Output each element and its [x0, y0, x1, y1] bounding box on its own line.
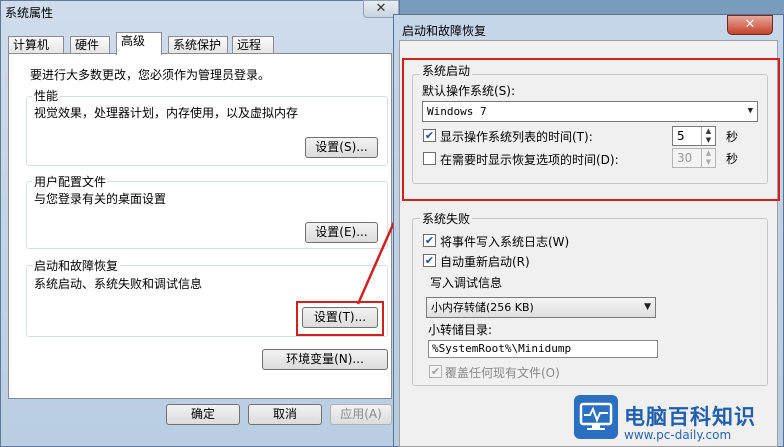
performance-settings-button[interactable]: 设置(S)... — [305, 137, 378, 158]
auto-restart-checkbox[interactable]: ✔ — [423, 254, 436, 267]
environment-variables-button[interactable]: 环境变量(N)... — [262, 349, 388, 370]
tab-strip: 计算机名 硬件 高级 系统保护 远程 — [8, 32, 392, 68]
chevron-down-icon: ▼ — [644, 302, 651, 312]
debug-info-label: 写入调试信息 — [430, 276, 503, 290]
write-log-checkbox[interactable]: ✔ — [423, 234, 436, 247]
dialog-close-button[interactable]: ✕ — [727, 15, 773, 35]
user-profiles-desc: 与您登录有关的桌面设置 — [34, 192, 167, 206]
performance-label: 性能 — [32, 87, 61, 104]
dump-dir-label: 小转储目录: — [428, 323, 493, 337]
dump-dir-input[interactable]: %SystemRoot%\Minidump — [428, 340, 658, 358]
admin-notice: 要进行大多数更改，您必须作为管理员登录。 — [30, 68, 271, 82]
apply-button[interactable]: 应用(A) — [330, 404, 392, 425]
startup-recovery-desc: 系统启动、系统失败和调试信息 — [34, 277, 203, 291]
debug-info-select[interactable]: 小内存转储(256 KB) ▼ — [426, 297, 656, 318]
watermark-url: www.pc-daily.com — [624, 428, 732, 442]
tab-system-protection[interactable]: 系统保护 — [168, 36, 228, 54]
dialog-title: 启动和故障恢复 — [402, 24, 487, 38]
auto-restart-label: 自动重新启动(R) — [440, 255, 530, 269]
tab-advanced[interactable]: 高级 — [116, 32, 162, 55]
overwrite-checkbox[interactable]: ✔ — [429, 365, 442, 378]
startup-recovery-label: 启动和故障恢复 — [32, 257, 121, 274]
tab-remote[interactable]: 远程 — [232, 36, 274, 54]
write-log-label: 将事件写入系统日志(W) — [440, 235, 570, 249]
startup-recovery-settings-button[interactable]: 设置(T)... — [302, 307, 378, 328]
monitor-icon — [574, 395, 618, 439]
window-title: 系统属性 — [5, 6, 54, 20]
system-failure-label: 系统失败 — [420, 210, 473, 227]
highlight-box — [402, 58, 780, 201]
user-profiles-label: 用户配置文件 — [32, 173, 109, 190]
ok-button[interactable]: 确定 — [166, 404, 240, 425]
performance-desc: 视觉效果，处理器计划，内存使用，以及虚拟内存 — [34, 106, 299, 120]
tab-hardware[interactable]: 硬件 — [70, 36, 110, 54]
watermark-brand: 电脑百科知识 — [624, 405, 756, 429]
debug-info-value: 小内存转储(256 KB) — [431, 301, 534, 314]
overwrite-label: 覆盖任何现有文件(O) — [445, 366, 560, 380]
cancel-button[interactable]: 取消 — [248, 404, 322, 425]
tab-computer-name[interactable]: 计算机名 — [8, 36, 64, 68]
